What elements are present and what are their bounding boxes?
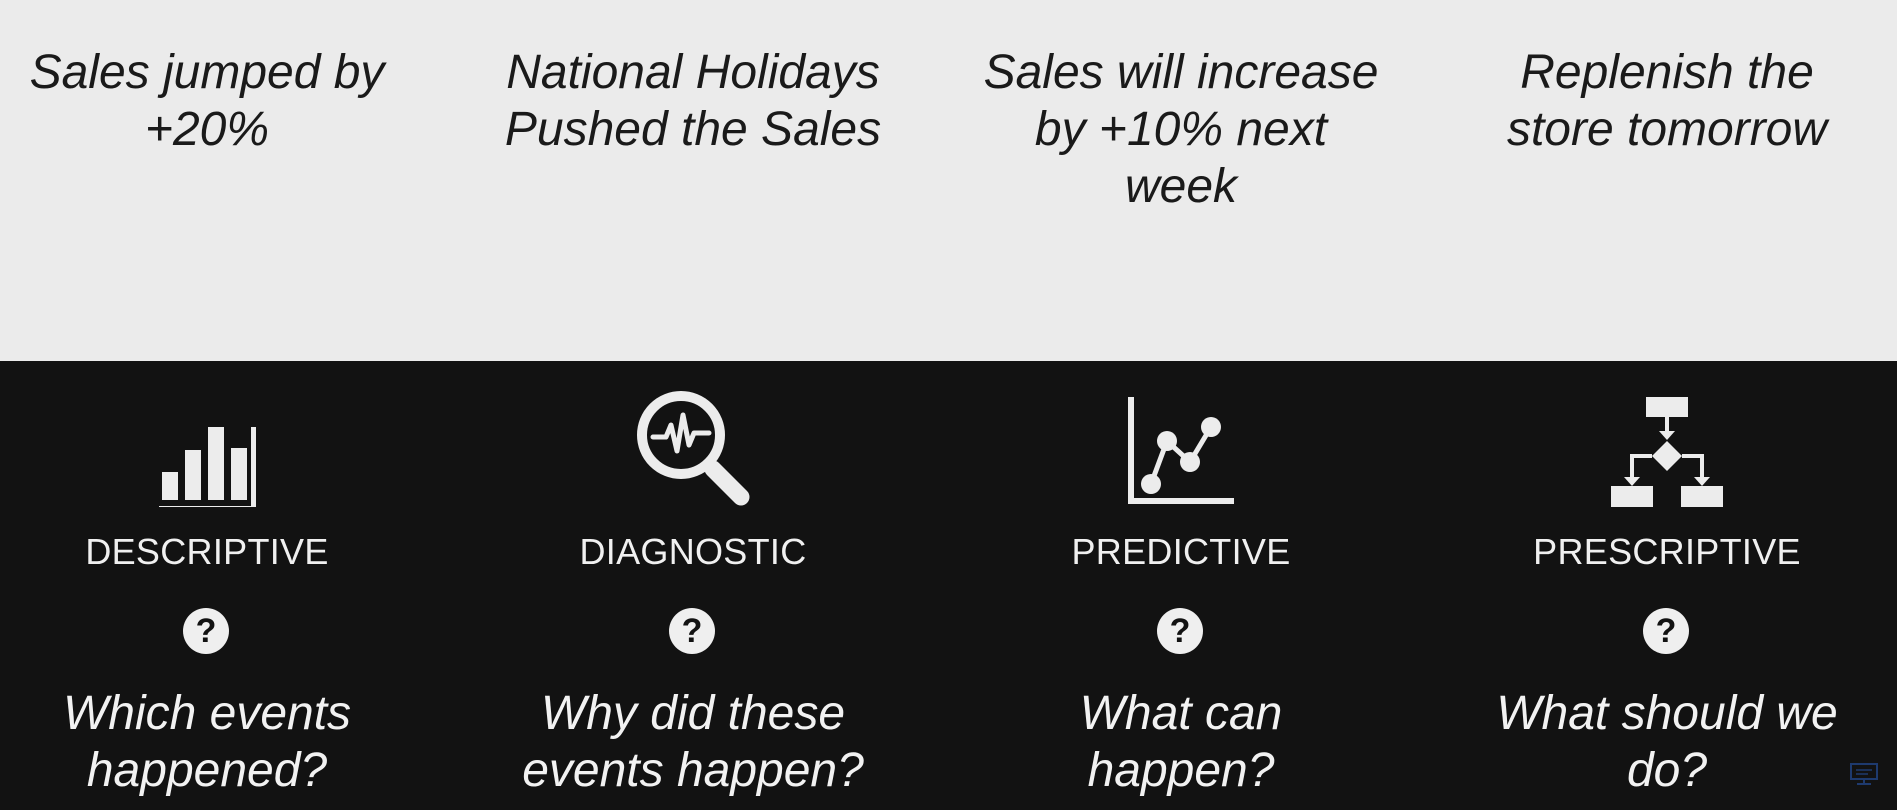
type-label-predictive: PREDICTIVE: [1071, 531, 1291, 572]
question-mark-icon: ?: [669, 608, 715, 654]
question-text-diagnostic: Why did these events happen?: [522, 687, 864, 797]
answer-text-prescriptive: Replenish the store tomorrow: [1506, 46, 1828, 156]
answer-text-diagnostic: National Holidays Pushed the Sales: [504, 46, 882, 156]
bar-chart-icon: [147, 387, 267, 507]
line-chart-icon: [1121, 387, 1241, 507]
question-text-prescriptive: What should we do?: [1496, 687, 1838, 797]
answers-panel: Sales jumped by +20% National Holidays P…: [0, 0, 1897, 361]
question-mark-icon: ?: [1643, 608, 1689, 654]
type-label-diagnostic: DIAGNOSTIC: [579, 531, 807, 572]
question-mark-icon: ?: [183, 608, 229, 654]
flowchart-icon: [1607, 387, 1727, 507]
question-mark-icon: ?: [1157, 608, 1203, 654]
answer-text-predictive: Sales will increase by +10% next week: [983, 46, 1379, 213]
screen-share-icon[interactable]: [1849, 762, 1879, 786]
type-label-descriptive: DESCRIPTIVE: [85, 531, 329, 572]
type-label-prescriptive: PRESCRIPTIVE: [1533, 531, 1801, 572]
analytics-types-panel: DESCRIPTIVE ? Which events happened? DIA…: [0, 361, 1897, 810]
question-text-descriptive: Which events happened?: [62, 687, 352, 797]
magnifier-pulse-icon: [633, 387, 753, 507]
question-text-predictive: What can happen?: [1079, 687, 1283, 797]
answer-text-descriptive: Sales jumped by +20%: [29, 46, 385, 156]
